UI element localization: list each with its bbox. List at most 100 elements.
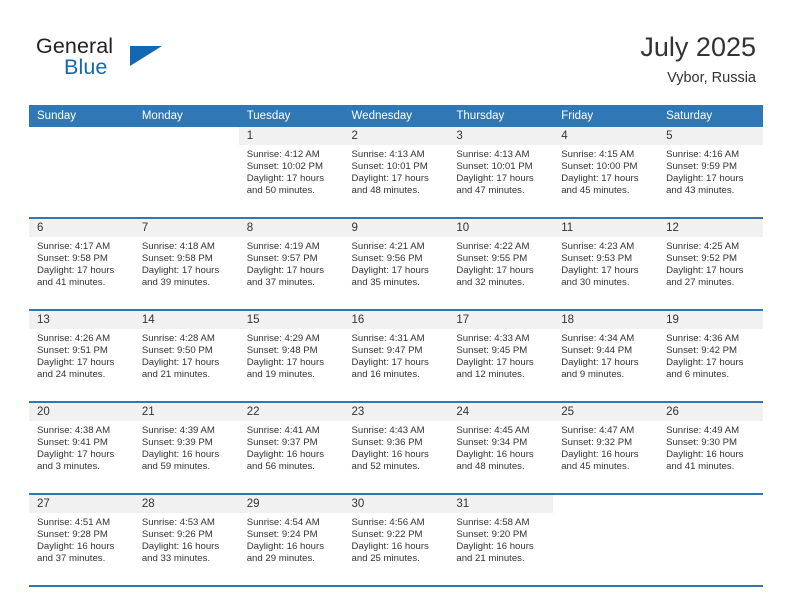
daylight-text: Daylight: 17 hours and 6 minutes. [666, 356, 744, 380]
day-details: Sunrise: 4:29 AM Sunset: 9:48 PM Daylight:… [239, 329, 344, 381]
calendar-day-cell[interactable]: 9 Sunrise: 4:21 AM Sunset: 9:56 PM Daylight… [343, 217, 449, 310]
day-number: 1 [238, 127, 344, 145]
sunrise-text: Sunrise: 4:29 AM [246, 333, 320, 344]
day-details: Sunrise: 4:16 AM Sunset: 9:59 PM Daylight:… [658, 145, 763, 197]
sunset-text: Sunset: 9:36 PM [351, 436, 423, 448]
calendar-day-cell[interactable]: 5 Sunrise: 4:16 AM Sunset: 9:59 PM Daylight… [658, 127, 763, 218]
sunset-text: Sunset: 10:00 PM [561, 160, 638, 172]
calendar-day-cell[interactable]: 14 Sunrise: 4:28 AM Sunset: 9:50 PM Dayligh… [133, 309, 239, 402]
sunrise-text: Sunrise: 4:28 AM [141, 333, 215, 344]
page-header: General Blue July 2025 Vybor, Russia [0, 0, 792, 100]
calendar-day-cell[interactable]: 10 Sunrise: 4:22 AM Sunset: 9:55 PM Dayligh… [448, 217, 554, 310]
sunset-text: Sunset: 9:59 PM [666, 160, 737, 172]
calendar-day-cell[interactable]: 30 Sunrise: 4:56 AM Sunset: 9:22 PM Dayligh… [343, 493, 449, 586]
calendar-day-cell[interactable]: 18 Sunrise: 4:34 AM Sunset: 9:44 PM Dayligh… [553, 309, 659, 402]
sunrise-text: Sunrise: 4:58 AM [456, 517, 530, 528]
calendar-day-cell[interactable]: 8 Sunrise: 4:19 AM Sunset: 9:57 PM Daylight… [238, 217, 344, 310]
triangle-logo-icon [130, 46, 162, 66]
weekday-header-thursday: Thursday [448, 105, 554, 127]
calendar-page: General Blue July 2025 Vybor, Russia Sun… [0, 0, 792, 612]
day-number [134, 127, 239, 145]
calendar-bottom-rule [29, 585, 763, 588]
calendar-day-cell[interactable]: 11 Sunrise: 4:23 AM Sunset: 9:53 PM Dayligh… [553, 217, 659, 310]
calendar-day-cell[interactable]: 2 Sunrise: 4:13 AM Sunset: 10:01 PM Dayligh… [343, 127, 449, 218]
bottom-rule-cell [238, 585, 344, 588]
sunset-text: Sunset: 9:42 PM [666, 344, 737, 356]
sunset-text: Sunset: 9:32 PM [561, 436, 633, 448]
day-number: 21 [133, 403, 239, 421]
daylight-text: Daylight: 16 hours and 56 minutes. [246, 448, 325, 472]
calendar-day-cell[interactable]: 4 Sunrise: 4:15 AM Sunset: 10:00 PM Dayligh… [553, 127, 659, 218]
calendar-day-cell[interactable]: 29 Sunrise: 4:54 AM Sunset: 9:24 PM Dayligh… [238, 493, 344, 586]
sunrise-text: Sunrise: 4:25 AM [666, 241, 740, 252]
sunset-text: Sunset: 9:39 PM [141, 436, 213, 448]
day-number: 24 [448, 403, 554, 421]
sunset-text: Sunset: 9:24 PM [246, 528, 318, 540]
day-details: Sunrise: 4:31 AM Sunset: 9:47 PM Daylight:… [344, 329, 449, 381]
calendar-day-cell[interactable]: 6 Sunrise: 4:17 AM Sunset: 9:58 PM Daylight… [29, 217, 134, 310]
calendar-day-cell[interactable]: 3 Sunrise: 4:13 AM Sunset: 10:01 PM Dayligh… [448, 127, 554, 218]
weekday-header-friday: Friday [553, 105, 659, 127]
sunset-text: Sunset: 9:26 PM [141, 528, 213, 540]
calendar-day-cell[interactable]: 12 Sunrise: 4:25 AM Sunset: 9:52 PM Dayligh… [658, 217, 763, 310]
calendar-day-cell[interactable]: 15 Sunrise: 4:29 AM Sunset: 9:48 PM Dayligh… [238, 309, 344, 402]
sunrise-text: Sunrise: 4:34 AM [561, 333, 635, 344]
day-number: 23 [343, 403, 449, 421]
weekday-header-saturday: Saturday [658, 105, 763, 127]
calendar-header-row: Sunday Monday Tuesday Wednesday Thursday… [29, 105, 763, 127]
sunset-text: Sunset: 9:28 PM [37, 528, 108, 540]
sunrise-text: Sunrise: 4:13 AM [456, 149, 530, 160]
day-details: Sunrise: 4:54 AM Sunset: 9:24 PM Daylight:… [239, 513, 344, 565]
calendar-day-cell[interactable]: 31 Sunrise: 4:58 AM Sunset: 9:20 PM Dayligh… [448, 493, 554, 586]
calendar-day-cell[interactable]: 28 Sunrise: 4:53 AM Sunset: 9:26 PM Dayligh… [133, 493, 239, 586]
calendar-day-cell[interactable]: 7 Sunrise: 4:18 AM Sunset: 9:58 PM Daylight… [133, 217, 239, 310]
sunrise-text: Sunrise: 4:15 AM [561, 149, 635, 160]
weekday-header-sunday: Sunday [29, 105, 134, 127]
sunrise-text: Sunrise: 4:19 AM [246, 241, 320, 252]
calendar-day-cell[interactable]: 22 Sunrise: 4:41 AM Sunset: 9:37 PM Dayligh… [238, 401, 344, 494]
sunrise-text: Sunrise: 4:26 AM [37, 333, 111, 344]
sunrise-text: Sunrise: 4:18 AM [141, 241, 215, 252]
day-number [553, 495, 658, 513]
calendar-day-cell[interactable]: 1 Sunrise: 4:12 AM Sunset: 10:02 PM Dayligh… [238, 127, 344, 218]
calendar-day-cell[interactable]: 19 Sunrise: 4:36 AM Sunset: 9:42 PM Dayligh… [658, 309, 763, 402]
sunrise-text: Sunrise: 4:16 AM [666, 149, 740, 160]
calendar-day-cell[interactable]: 25 Sunrise: 4:47 AM Sunset: 9:32 PM Dayligh… [553, 401, 659, 494]
day-details: Sunrise: 4:18 AM Sunset: 9:58 PM Daylight:… [134, 237, 239, 289]
calendar-day-cell[interactable]: 20 Sunrise: 4:38 AM Sunset: 9:41 PM Dayligh… [29, 401, 134, 494]
daylight-text: Daylight: 17 hours and 48 minutes. [351, 172, 429, 196]
calendar-day-cell[interactable]: 23 Sunrise: 4:43 AM Sunset: 9:36 PM Dayligh… [343, 401, 449, 494]
calendar-day-cell[interactable]: 27 Sunrise: 4:51 AM Sunset: 9:28 PM Dayligh… [29, 493, 134, 586]
brand-logo[interactable]: General Blue [36, 34, 266, 86]
calendar-day-cell[interactable]: 13 Sunrise: 4:26 AM Sunset: 9:51 PM Dayligh… [29, 309, 134, 402]
sunset-text: Sunset: 9:57 PM [246, 252, 318, 264]
day-details: Sunrise: 4:23 AM Sunset: 9:53 PM Daylight:… [553, 237, 658, 289]
calendar-day-cell[interactable]: 26 Sunrise: 4:49 AM Sunset: 9:30 PM Dayligh… [658, 401, 763, 494]
day-details: Sunrise: 4:38 AM Sunset: 9:41 PM Daylight:… [29, 421, 134, 473]
daylight-text: Daylight: 16 hours and 25 minutes. [351, 540, 429, 564]
daylight-text: Daylight: 16 hours and 37 minutes. [37, 540, 115, 564]
sunrise-text: Sunrise: 4:41 AM [246, 425, 320, 436]
day-details: Sunrise: 4:58 AM Sunset: 9:20 PM Daylight:… [448, 513, 553, 565]
bottom-rule-cell [553, 585, 659, 588]
day-details: Sunrise: 4:49 AM Sunset: 9:30 PM Daylight:… [658, 421, 763, 473]
calendar-day-cell[interactable]: 21 Sunrise: 4:39 AM Sunset: 9:39 PM Dayligh… [133, 401, 239, 494]
day-number: 12 [658, 219, 763, 237]
day-details: Sunrise: 4:28 AM Sunset: 9:50 PM Daylight:… [134, 329, 239, 381]
daylight-text: Daylight: 17 hours and 47 minutes. [456, 172, 534, 196]
day-details: Sunrise: 4:25 AM Sunset: 9:52 PM Daylight:… [658, 237, 763, 289]
calendar-cell-empty [658, 493, 763, 586]
location-subtitle: Vybor, Russia [667, 70, 756, 86]
day-number: 30 [343, 495, 449, 513]
day-number: 10 [448, 219, 554, 237]
calendar-day-cell[interactable]: 24 Sunrise: 4:45 AM Sunset: 9:34 PM Dayligh… [448, 401, 554, 494]
sunset-text: Sunset: 9:53 PM [561, 252, 633, 264]
day-details: Sunrise: 4:51 AM Sunset: 9:28 PM Daylight:… [29, 513, 134, 565]
bottom-rule-cell [343, 585, 449, 588]
calendar-day-cell[interactable]: 16 Sunrise: 4:31 AM Sunset: 9:47 PM Dayligh… [343, 309, 449, 402]
sunrise-text: Sunrise: 4:36 AM [666, 333, 740, 344]
day-details: Sunrise: 4:34 AM Sunset: 9:44 PM Daylight:… [553, 329, 658, 381]
day-details: Sunrise: 4:56 AM Sunset: 9:22 PM Daylight:… [344, 513, 449, 565]
sunset-text: Sunset: 9:52 PM [666, 252, 737, 264]
calendar-day-cell[interactable]: 17 Sunrise: 4:33 AM Sunset: 9:45 PM Dayligh… [448, 309, 554, 402]
